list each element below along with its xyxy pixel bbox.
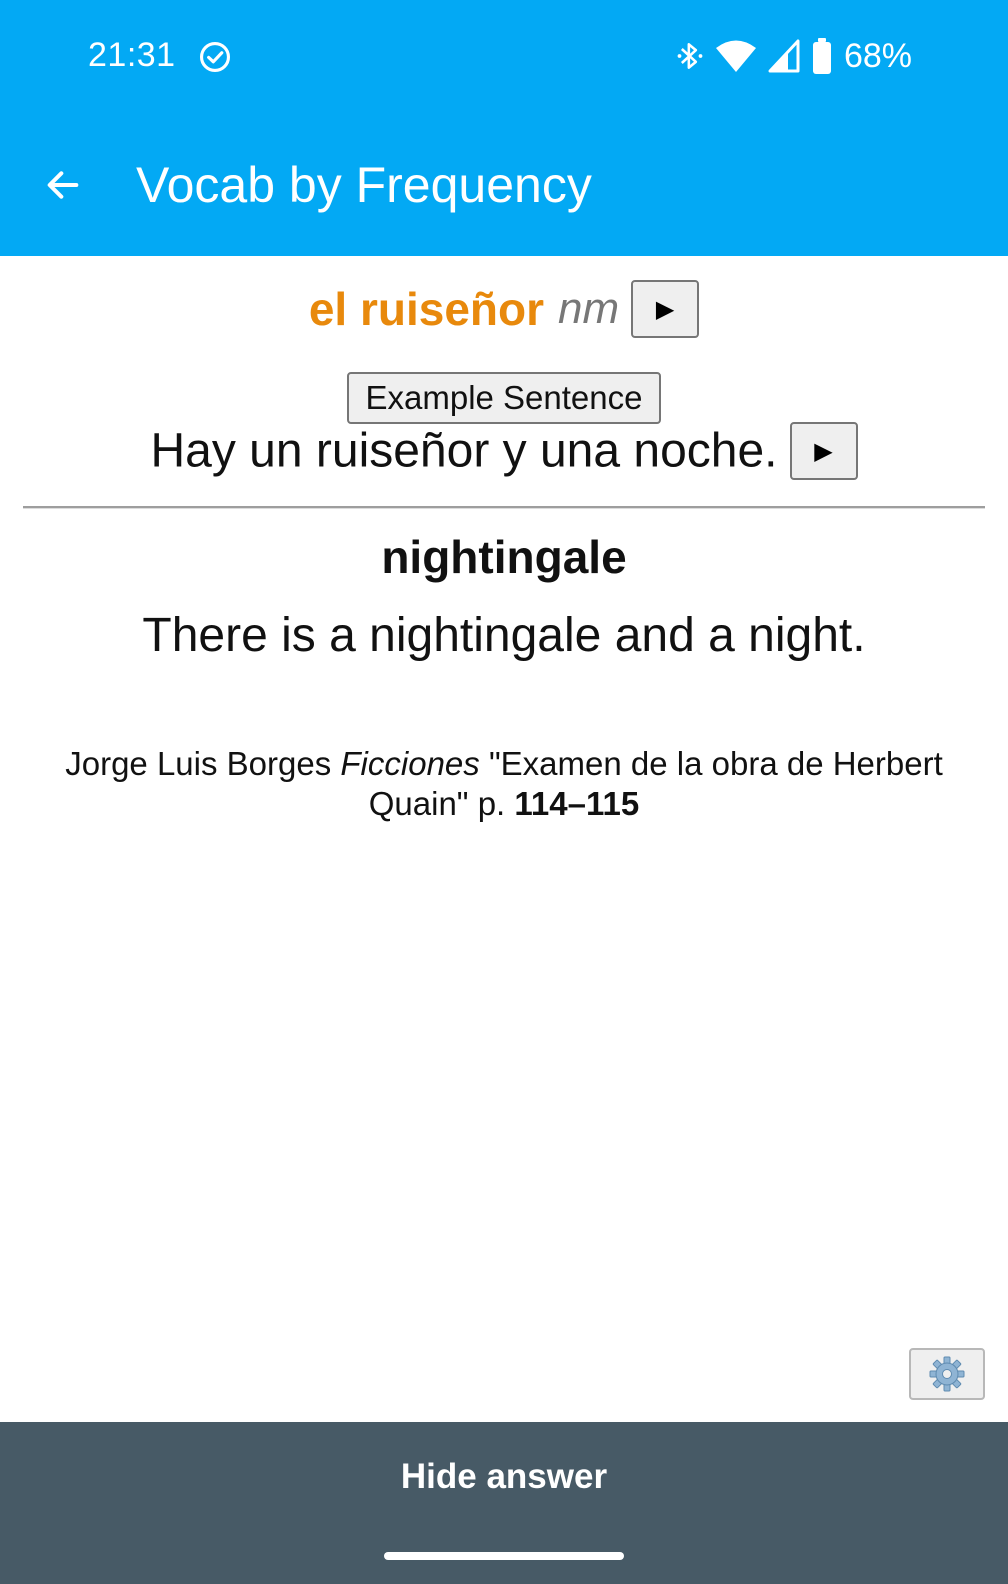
back-button[interactable] (30, 152, 96, 218)
cell-signal-icon (768, 39, 800, 73)
check-circle-icon (199, 41, 231, 73)
source-citation: Jorge Luis Borges Ficciones "Examen de l… (40, 744, 968, 824)
app-bar: 21:31 68% Vocab by Frequency (0, 0, 1008, 256)
system-icons: 68% (676, 36, 912, 76)
source-author: Jorge Luis Borges (65, 745, 332, 782)
source-pages: 114–115 (514, 785, 640, 822)
part-of-speech: nm (558, 284, 620, 333)
vocab-word: el ruiseñor (308, 283, 545, 335)
battery-icon (812, 38, 831, 74)
home-indicator[interactable] (384, 1552, 624, 1560)
page-title: Vocab by Frequency (136, 157, 592, 213)
play-sentence-audio-button[interactable]: ▶ (789, 422, 858, 480)
battery-percent: 68% (843, 36, 912, 75)
source-book: Ficciones (340, 745, 480, 782)
example-sentence-row: Example Sentence (0, 372, 1008, 424)
example-sentence: Hay un ruiseñor y una noche. (150, 424, 778, 478)
play-word-audio-button[interactable]: ▶ (631, 280, 700, 338)
translation-sentence: There is a nightingale and a night. (142, 609, 866, 662)
settings-button[interactable] (909, 1348, 985, 1400)
word-line: el ruiseñor nm ▶ (0, 280, 1008, 338)
status-bar: 21:31 68% (0, 0, 1008, 112)
bluetooth-icon (677, 43, 703, 69)
status-time: 21:31 (88, 36, 176, 74)
flashcard: el ruiseñor nm ▶ Example Sentence Hay un r… (0, 256, 1008, 1422)
wifi-icon (715, 40, 756, 72)
bottom-bar: Hide answer (0, 1422, 1008, 1584)
example-sentence-line: Hay un ruiseñor y una noche. ▶ (0, 422, 1008, 480)
gear-icon (929, 1356, 965, 1392)
toolbar: Vocab by Frequency (0, 112, 1008, 256)
translation: nightingale (381, 531, 627, 583)
hide-answer-button[interactable]: Hide answer (0, 1422, 1008, 1532)
arrow-left-icon (47, 171, 79, 199)
example-sentence-button[interactable]: Example Sentence (347, 372, 661, 424)
answer-divider (23, 506, 985, 509)
